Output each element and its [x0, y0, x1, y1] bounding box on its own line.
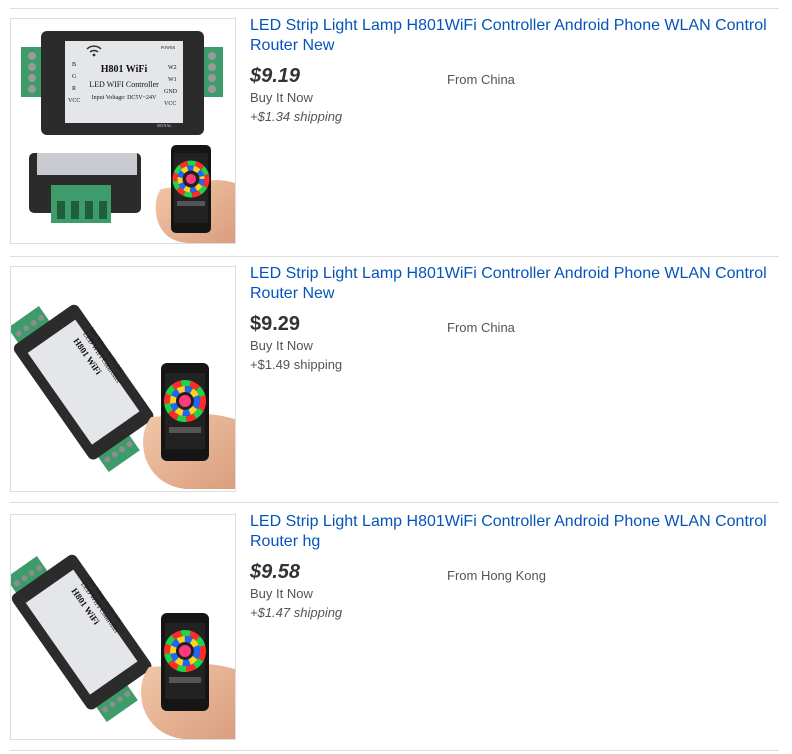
image-voltage-text: Input Voltage: DC5V~24V: [92, 95, 157, 101]
pin-label: POWER: [161, 45, 175, 50]
divider: [10, 502, 779, 503]
image-name-text: LED WIFI Controller: [89, 80, 159, 89]
divider: [10, 750, 779, 751]
list-item: H801 WiFi LED WIFI Controller Input Volt…: [0, 506, 792, 754]
product-thumbnail[interactable]: H801 WiFi LED WIFI Controller Input Volt…: [10, 18, 236, 244]
listing-location: From Hong Kong: [447, 568, 546, 583]
listing-title-link[interactable]: LED Strip Light Lamp H801WiFi Controller…: [250, 16, 780, 56]
listing-price: $9.58: [250, 561, 301, 583]
listing-shipping: +$1.47 shipping: [250, 605, 343, 620]
product-image: H801 WiFi LED WIFI Controller Input Volt…: [11, 304, 235, 489]
pin-label: GND: [164, 89, 178, 95]
pin-label: SIGNAL: [157, 123, 172, 128]
pin-label: G: [72, 74, 77, 80]
pin-label: VCC: [164, 101, 176, 107]
divider: [10, 8, 779, 9]
listing-location: From China: [447, 72, 515, 87]
product-thumbnail[interactable]: H801 WiFi LED WIFI Controller Input Volt…: [10, 514, 236, 740]
list-item: H801 WiFi LED WIFI Controller Input Volt…: [0, 10, 792, 258]
product-thumbnail[interactable]: H801 WiFi LED WIFI Controller Input Volt…: [10, 266, 236, 492]
image-model-text: H801 WiFi: [101, 64, 148, 75]
pin-label: W1: [168, 77, 177, 83]
pin-label: R: [72, 86, 76, 92]
divider: [10, 256, 779, 257]
pin-label: VCC: [68, 98, 80, 104]
listing-format: Buy It Now: [250, 90, 313, 105]
listing-shipping: +$1.34 shipping: [250, 109, 343, 124]
list-item: H801 WiFi LED WIFI Controller Input Volt…: [0, 258, 792, 506]
listing-price: $9.29: [250, 313, 301, 335]
listing-title-link[interactable]: LED Strip Light Lamp H801WiFi Controller…: [250, 264, 780, 304]
listing-title-link[interactable]: LED Strip Light Lamp H801WiFi Controller…: [250, 512, 780, 552]
listing-format: Buy It Now: [250, 586, 313, 601]
listing-location: From China: [447, 320, 515, 335]
pin-label: W2: [168, 65, 177, 71]
listing-shipping: +$1.49 shipping: [250, 357, 343, 372]
product-image: H801 WiFi LED WIFI Controller Input Volt…: [11, 554, 235, 739]
pin-label: B: [72, 62, 76, 68]
listing-price: $9.19: [250, 65, 301, 87]
product-image: H801 WiFi LED WIFI Controller Input Volt…: [21, 31, 235, 243]
listing-format: Buy It Now: [250, 338, 313, 353]
